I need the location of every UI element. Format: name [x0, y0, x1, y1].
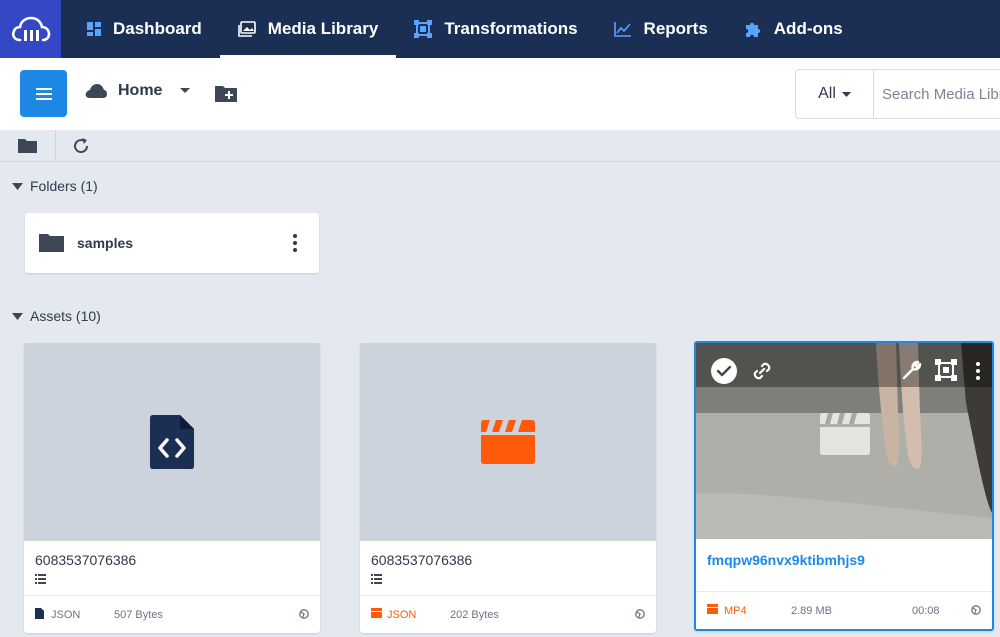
asset-more-button[interactable] — [976, 362, 980, 380]
puzzle-icon — [745, 22, 761, 37]
divider — [55, 130, 56, 162]
asset-name-link[interactable]: fmqpw96nvx9ktibmhjs9 — [707, 552, 865, 568]
asset-type: JSON — [51, 609, 81, 621]
search-box: All — [795, 69, 1000, 119]
nav-media-library-label: Media Library — [267, 19, 379, 38]
copy-link-button[interactable] — [751, 360, 773, 387]
location-dropdown[interactable]: Home — [84, 82, 191, 100]
nav-transformations[interactable]: Transformations — [396, 0, 595, 58]
refresh-button[interactable] — [72, 137, 90, 160]
folder-icon — [39, 234, 64, 252]
location-label: Home — [118, 82, 163, 99]
caret-down-icon — [12, 312, 23, 320]
caret-down-icon — [12, 182, 23, 190]
asset-video-thumbnail — [696, 343, 992, 539]
nav-add-ons[interactable]: Add-ons — [726, 0, 861, 58]
cloud-icon — [85, 84, 107, 98]
transformations-icon — [414, 20, 433, 38]
nav-media-library[interactable]: Media Library — [219, 0, 397, 58]
folder-card[interactable]: samples — [25, 213, 319, 273]
asset-name: 6083537076386 — [371, 552, 473, 568]
asset-card[interactable]: 6083537076386 JSON 507 Bytes — [24, 343, 320, 633]
asset-size: 202 Bytes — [450, 609, 499, 621]
nav-add-ons-label: Add-ons — [773, 19, 843, 38]
assets-section-toggle[interactable]: Assets (10) — [12, 308, 101, 324]
asset-thumbnail — [24, 343, 320, 541]
dashboard-icon — [87, 22, 101, 36]
folder-view-button[interactable] — [18, 138, 37, 158]
edit-button[interactable] — [901, 359, 923, 386]
metadata-icon — [371, 571, 382, 589]
asset-card-selected[interactable]: fmqpw96nvx9ktibmhjs9 MP4 2.89 MB 00:08 — [694, 341, 994, 631]
folder-more-button[interactable] — [293, 234, 297, 252]
video-badge — [820, 413, 870, 460]
transformations-icon — [935, 359, 957, 381]
select-checkbox[interactable] — [710, 357, 738, 390]
metadata-icon — [35, 571, 46, 589]
video-type-icon — [707, 604, 718, 614]
file-type-icon — [35, 608, 44, 619]
folders-section-title: Folders (1) — [30, 178, 98, 194]
search-input[interactable] — [874, 85, 1000, 103]
asset-card[interactable]: 6083537076386 JSON 202 Bytes — [360, 343, 656, 633]
new-folder-icon — [215, 86, 237, 102]
new-folder-button[interactable] — [214, 83, 238, 108]
code-file-icon — [150, 415, 194, 469]
video-clapperboard-icon — [820, 413, 870, 455]
asset-size: 507 Bytes — [114, 609, 163, 621]
toolbar: Home All — [0, 58, 1000, 130]
asset-duration: 00:08 — [912, 605, 940, 617]
transform-button[interactable] — [935, 359, 957, 386]
search-filter-label: All — [818, 85, 836, 102]
asset-type: MP4 — [724, 605, 747, 617]
assets-section-title: Assets (10) — [30, 308, 101, 324]
asset-footer: MP4 2.89 MB 00:08 — [696, 591, 992, 629]
link-icon — [753, 362, 771, 380]
asset-size: 2.89 MB — [791, 605, 832, 617]
nav-reports-label: Reports — [643, 19, 708, 38]
hamburger-icon — [35, 87, 52, 100]
globe-icon — [299, 609, 309, 619]
media-library-icon — [237, 21, 256, 37]
check-circle-icon — [711, 358, 737, 384]
caret-down-icon — [841, 91, 851, 97]
video-type-icon — [371, 608, 382, 618]
menu-button[interactable] — [20, 70, 67, 117]
search-filter-dropdown[interactable]: All — [796, 70, 874, 118]
asset-footer: JSON 507 Bytes — [24, 595, 320, 633]
cloudinary-logo[interactable] — [0, 0, 61, 58]
wrench-icon — [902, 360, 922, 380]
refresh-icon — [74, 138, 89, 154]
reports-icon — [613, 22, 631, 37]
folder-icon — [18, 139, 37, 153]
globe-icon — [971, 605, 981, 615]
top-navigation: Dashboard Media Library Transformations … — [0, 0, 1000, 58]
nav-dashboard-label: Dashboard — [113, 19, 202, 38]
asset-thumbnail — [360, 343, 656, 541]
nav-dashboard[interactable]: Dashboard — [61, 0, 220, 58]
asset-footer: JSON 202 Bytes — [360, 595, 656, 633]
nav-transformations-label: Transformations — [444, 19, 578, 38]
video-clapperboard-icon — [481, 420, 535, 464]
folder-name: samples — [77, 235, 134, 251]
view-bar — [0, 130, 1000, 162]
asset-name: 6083537076386 — [35, 552, 137, 568]
caret-down-icon — [180, 88, 191, 93]
folder-icon-wrap — [39, 233, 64, 257]
asset-type: JSON — [387, 609, 417, 621]
folders-section-toggle[interactable]: Folders (1) — [12, 178, 98, 194]
nav-reports[interactable]: Reports — [596, 0, 726, 58]
cloud-logo-icon — [11, 16, 50, 42]
globe-icon — [635, 609, 645, 619]
